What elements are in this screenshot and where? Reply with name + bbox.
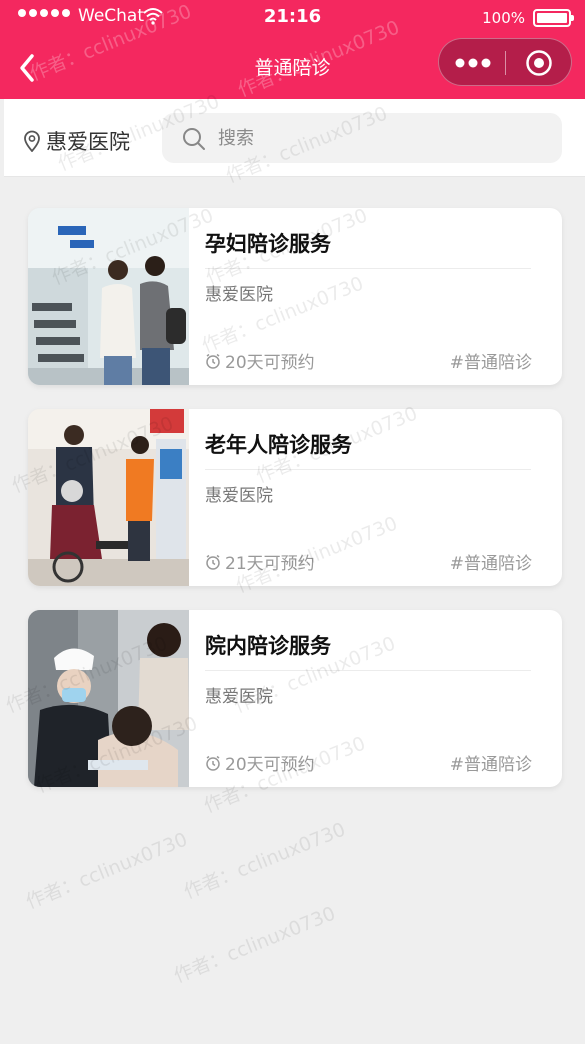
battery-icon: [533, 9, 574, 27]
more-icon[interactable]: [455, 57, 491, 69]
navigation-bar: 普通陪诊: [0, 36, 585, 99]
watermark: 作者：cclinux0730: [180, 818, 349, 904]
location-selector[interactable]: 惠爱医院: [22, 126, 130, 156]
location-pin-icon: [24, 130, 40, 152]
location-search-header: 惠爱医院: [4, 99, 585, 177]
hospital-name: 惠爱医院: [205, 285, 273, 305]
card-divider: [205, 670, 531, 671]
service-card[interactable]: 院内陪诊服务 惠爱医院 20天可预约 #普通陪诊: [28, 610, 562, 787]
service-name: 院内陪诊服务: [205, 634, 331, 658]
hospital-name: 惠爱医院: [205, 486, 273, 506]
watermark: 作者：cclinux0730: [170, 902, 339, 988]
availability: 20天可预约: [205, 348, 315, 373]
mini-program-capsule: [438, 38, 572, 86]
service-tag: #普通陪诊: [449, 554, 532, 574]
service-photo: [28, 409, 189, 586]
availability-text: 20天可预约: [225, 353, 315, 373]
clock-icon: [206, 554, 220, 570]
clock-icon: [206, 353, 220, 369]
service-name: 孕妇陪诊服务: [205, 232, 331, 256]
search-bar[interactable]: [162, 113, 562, 163]
service-card[interactable]: 孕妇陪诊服务 惠爱医院 20天可预约 #普通陪诊: [28, 208, 562, 385]
availability: 20天可预约: [205, 750, 315, 775]
service-card[interactable]: 老年人陪诊服务 惠爱医院 21天可预约 #普通陪诊: [28, 409, 562, 586]
watermark: 作者：cclinux0730: [22, 828, 191, 914]
close-target-icon[interactable]: [525, 49, 553, 77]
availability-text: 20天可预约: [225, 755, 315, 775]
service-photo: [28, 610, 189, 787]
capsule-divider: [505, 51, 506, 75]
phone-screen: WeChat 21:16 100% 普通陪诊 惠爱医院 搜索 孕妇陪诊服务 惠爱…: [0, 0, 585, 1044]
hospital-name: 惠爱医院: [205, 687, 273, 707]
service-tag: #普通陪诊: [449, 755, 532, 775]
card-divider: [205, 268, 531, 269]
search-input[interactable]: [218, 121, 538, 155]
battery-percent: 100%: [482, 9, 525, 27]
search-icon: [183, 128, 205, 150]
service-name: 老年人陪诊服务: [205, 433, 352, 457]
clock-icon: [206, 755, 220, 771]
service-tag: #普通陪诊: [449, 353, 532, 373]
availability: 21天可预约: [205, 549, 315, 574]
top-bar: WeChat 21:16 100% 普通陪诊: [0, 0, 585, 99]
service-list: 孕妇陪诊服务 惠爱医院 20天可预约 #普通陪诊 老年人陪诊服务 惠爱医院 21…: [28, 208, 562, 811]
card-divider: [205, 469, 531, 470]
status-bar: WeChat 21:16 100%: [0, 0, 585, 36]
service-photo: [28, 208, 189, 385]
location-label: 惠爱医院: [46, 130, 130, 154]
availability-text: 21天可预约: [225, 554, 315, 574]
